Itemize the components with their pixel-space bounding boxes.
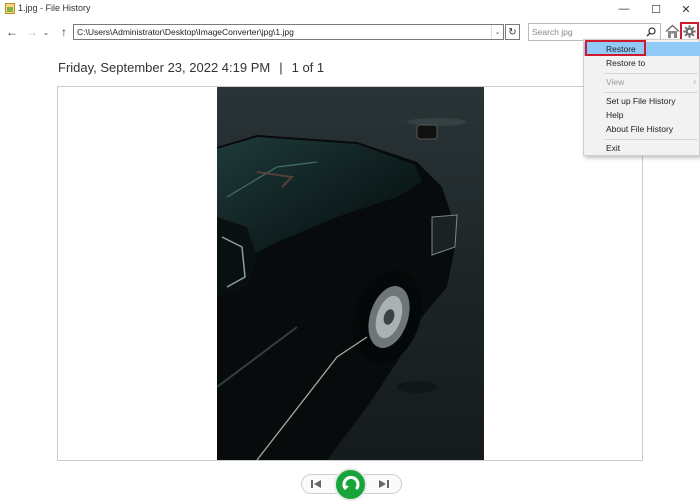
up-button[interactable]: ↑ xyxy=(56,24,72,40)
menu-separator xyxy=(604,73,698,74)
version-counter: 1 of 1 xyxy=(291,60,325,75)
address-bar[interactable]: C:\Users\Administrator\Desktop\ImageConv… xyxy=(73,24,504,40)
search-icon[interactable] xyxy=(646,27,656,37)
maximize-button[interactable]: ☐ xyxy=(642,0,670,18)
menu-separator xyxy=(604,139,698,140)
image-preview xyxy=(217,87,484,460)
menu-item-view-label: View xyxy=(606,77,625,87)
settings-menu: Restore Restore to View › Set up File Hi… xyxy=(583,39,700,156)
recent-locations-button[interactable]: ⌄ xyxy=(40,24,52,40)
version-date: Friday, September 23, 2022 4:19 PM xyxy=(58,60,271,75)
skip-next-icon xyxy=(379,480,389,488)
minimize-button[interactable]: — xyxy=(610,0,638,18)
menu-item-setup[interactable]: Set up File History xyxy=(584,94,700,108)
forward-button[interactable]: → xyxy=(24,24,40,40)
restore-annotation-outline xyxy=(585,40,646,56)
menu-item-view[interactable]: View › xyxy=(584,75,700,89)
menu-item-help[interactable]: Help xyxy=(584,108,700,122)
menu-item-exit[interactable]: Exit xyxy=(584,141,700,155)
version-heading: Friday, September 23, 2022 4:19 PM | 1 of … xyxy=(58,60,324,75)
title-bar: 1.jpg - File History — ☐ ✕ xyxy=(0,0,700,18)
skip-previous-icon xyxy=(311,480,321,488)
menu-item-restore-to[interactable]: Restore to xyxy=(584,56,700,70)
back-button[interactable]: ← xyxy=(4,24,20,40)
address-dropdown-button[interactable]: ⌄ xyxy=(491,25,503,39)
menu-separator xyxy=(604,92,698,93)
image-file-icon xyxy=(5,3,15,14)
menu-item-about[interactable]: About File History xyxy=(584,122,700,136)
address-path: C:\Users\Administrator\Desktop\ImageConv… xyxy=(77,27,294,37)
search-input[interactable] xyxy=(532,25,642,39)
window-title: 1.jpg - File History xyxy=(18,3,91,13)
restore-button[interactable] xyxy=(334,468,367,501)
gear-icon xyxy=(683,25,696,38)
heading-separator: | xyxy=(279,60,283,75)
home-icon[interactable] xyxy=(665,24,680,39)
refresh-button[interactable]: ↻ xyxy=(505,24,520,40)
chevron-right-icon: › xyxy=(693,77,696,86)
close-button[interactable]: ✕ xyxy=(672,0,700,18)
next-version-button[interactable] xyxy=(376,478,392,490)
previous-version-button[interactable] xyxy=(308,478,324,490)
restore-icon xyxy=(341,475,359,490)
